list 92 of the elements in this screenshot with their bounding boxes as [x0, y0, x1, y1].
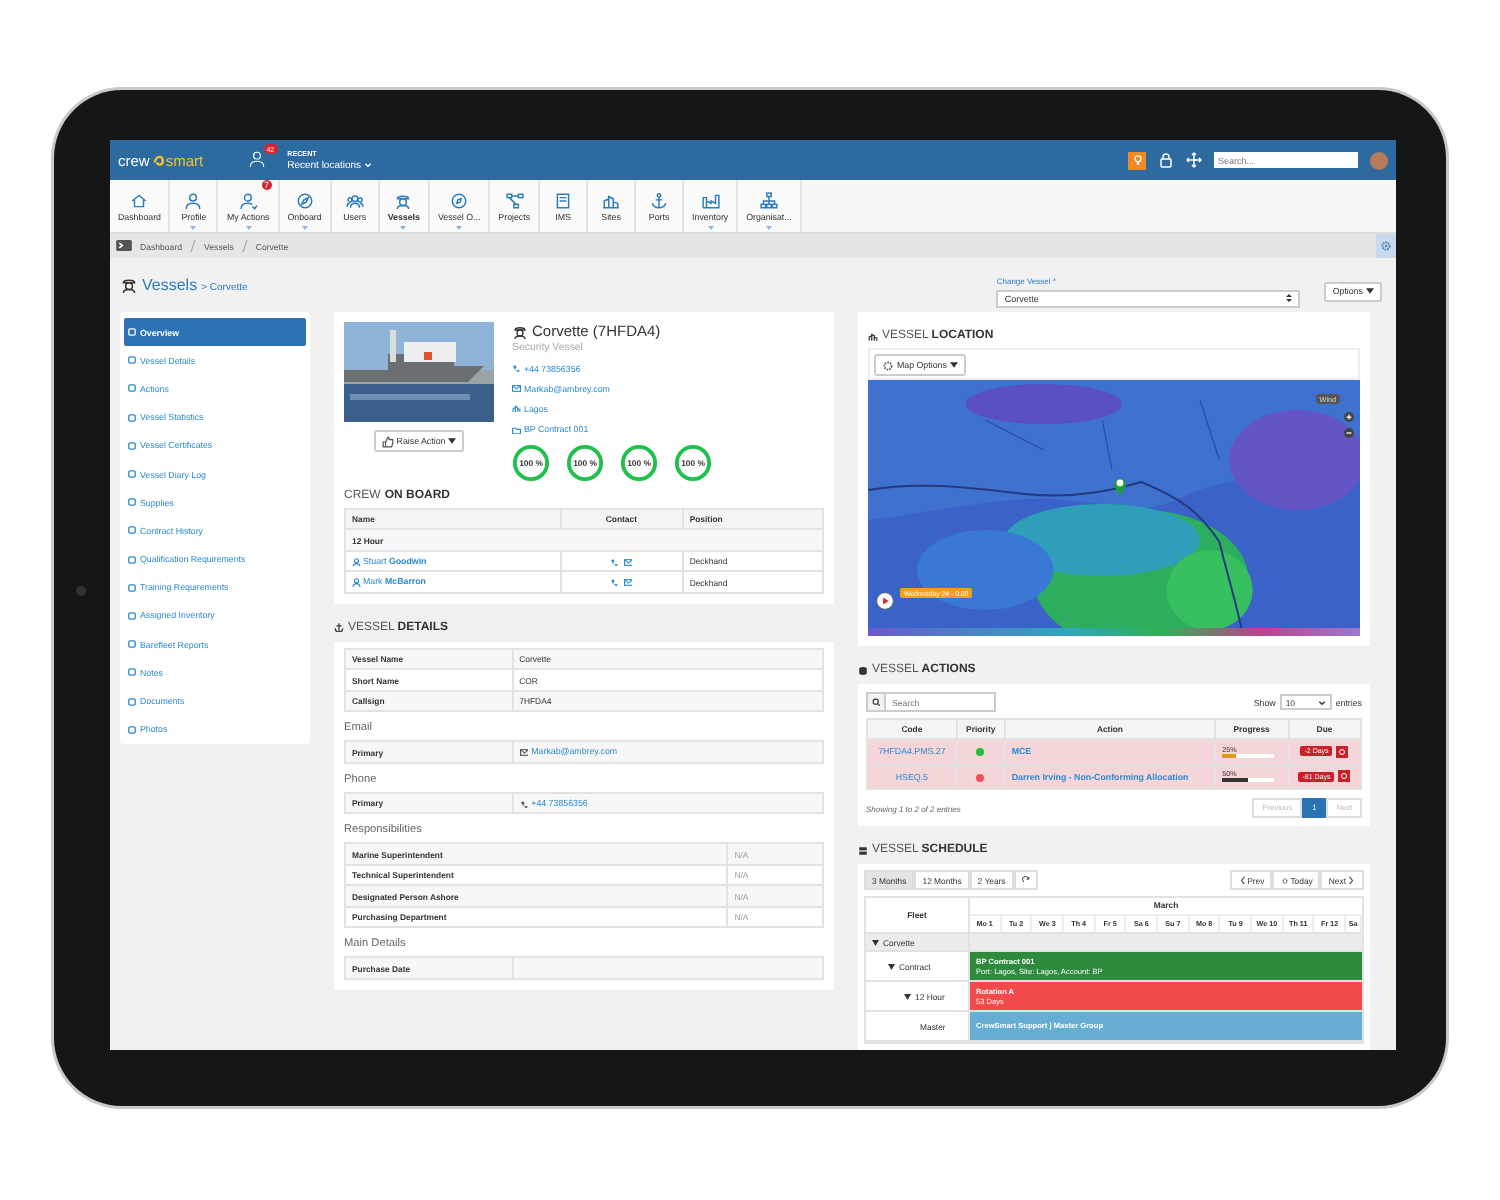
anchor-icon: [650, 191, 669, 209]
play-icon[interactable]: [876, 592, 894, 610]
search-icon: [871, 697, 881, 707]
chevron-right-icon: [1348, 875, 1354, 885]
square-icon: [128, 498, 136, 507]
terminal-icon: [116, 240, 132, 252]
square-icon: [128, 555, 136, 564]
captain-icon: [394, 191, 413, 209]
gear-icon: [882, 359, 894, 371]
compass-icon: [295, 191, 314, 209]
caret-icon: [707, 226, 714, 230]
house-icon: [130, 191, 149, 209]
envelope-icon: [519, 748, 529, 758]
phone-icon[interactable]: [610, 578, 620, 588]
square-icon: [128, 413, 136, 422]
caret-icon: [456, 226, 463, 230]
caret-icon: [301, 226, 308, 230]
zoom-in-icon[interactable]: [1344, 412, 1354, 422]
caret-icon[interactable]: [872, 939, 879, 945]
tablet-camera: [76, 586, 86, 596]
refresh-button[interactable]: [1013, 870, 1038, 890]
caret-icon[interactable]: [904, 993, 911, 999]
zoom-out-icon[interactable]: [1344, 428, 1354, 438]
progress-ring: [566, 443, 604, 482]
updown-icon: [1286, 294, 1293, 302]
factory-icon: [701, 191, 720, 209]
envelope-icon[interactable]: [623, 578, 633, 588]
swirl-icon: [151, 154, 164, 166]
caret-icon: [949, 362, 958, 368]
person-icon: [184, 191, 203, 209]
gear-icon: [1380, 240, 1392, 252]
caret-icon: [765, 226, 772, 230]
caret-icon: [448, 438, 457, 444]
bulb-button[interactable]: [1128, 151, 1146, 169]
slash-icon: [241, 240, 248, 252]
caret-icon: [400, 226, 407, 230]
square-icon: [128, 668, 136, 677]
alarm-button[interactable]: [1338, 770, 1351, 783]
alarm-button[interactable]: [1336, 745, 1349, 758]
move-icon[interactable]: [1186, 152, 1202, 168]
home-icon: [1282, 875, 1289, 885]
square-icon: [128, 441, 136, 450]
compass-icon: [450, 191, 469, 209]
caret-icon: [245, 226, 252, 230]
square-icon: [128, 470, 136, 479]
progress-ring: [674, 443, 712, 482]
buildings-icon: [868, 331, 878, 341]
caret-icon: [363, 162, 372, 168]
map-pin-icon[interactable]: [1112, 476, 1128, 496]
square-icon: [128, 583, 136, 592]
server-icon: [858, 845, 868, 855]
settings-button[interactable]: [1376, 234, 1396, 258]
slash-icon: [190, 240, 197, 252]
square-icon: [128, 384, 136, 393]
person-icon[interactable]: [247, 150, 266, 168]
square-icon: [128, 611, 136, 620]
square-icon: [128, 697, 136, 706]
people-icon: [345, 191, 364, 209]
person-icon: [239, 191, 258, 209]
database-icon: [858, 665, 868, 675]
square-icon: [128, 356, 136, 365]
square-icon: [128, 640, 136, 649]
anchor-icon: [334, 622, 344, 633]
caret-icon: [1317, 699, 1326, 705]
book-icon: [554, 191, 573, 209]
phone-icon: [519, 799, 529, 809]
person-icon: [352, 578, 361, 588]
progress-ring: [512, 443, 550, 482]
captain-icon: [120, 276, 138, 294]
square-icon: [128, 526, 136, 535]
buildings-icon: [602, 191, 621, 209]
envelope-icon[interactable]: [623, 557, 633, 567]
page-title: Vessels: [142, 276, 198, 294]
caret-icon: [1366, 288, 1374, 294]
envelope-icon: [512, 384, 521, 394]
lock-icon[interactable]: [1158, 152, 1174, 168]
square-icon: [128, 328, 136, 337]
buildings-icon: [512, 404, 521, 414]
caret-icon: [190, 226, 197, 230]
phone-icon[interactable]: [610, 557, 620, 567]
folder-icon: [512, 425, 521, 435]
caret-icon[interactable]: [888, 963, 895, 969]
person-icon: [352, 557, 361, 567]
thumbs-up-icon: [381, 435, 394, 447]
square-icon: [128, 725, 136, 734]
progress-ring: [620, 443, 658, 482]
refresh-icon: [1021, 876, 1030, 884]
org-chart-icon: [759, 191, 778, 209]
chevron-left-icon: [1239, 875, 1246, 885]
phone-icon: [512, 363, 521, 373]
captain-icon: [512, 323, 528, 339]
nodes-icon: [505, 191, 524, 209]
